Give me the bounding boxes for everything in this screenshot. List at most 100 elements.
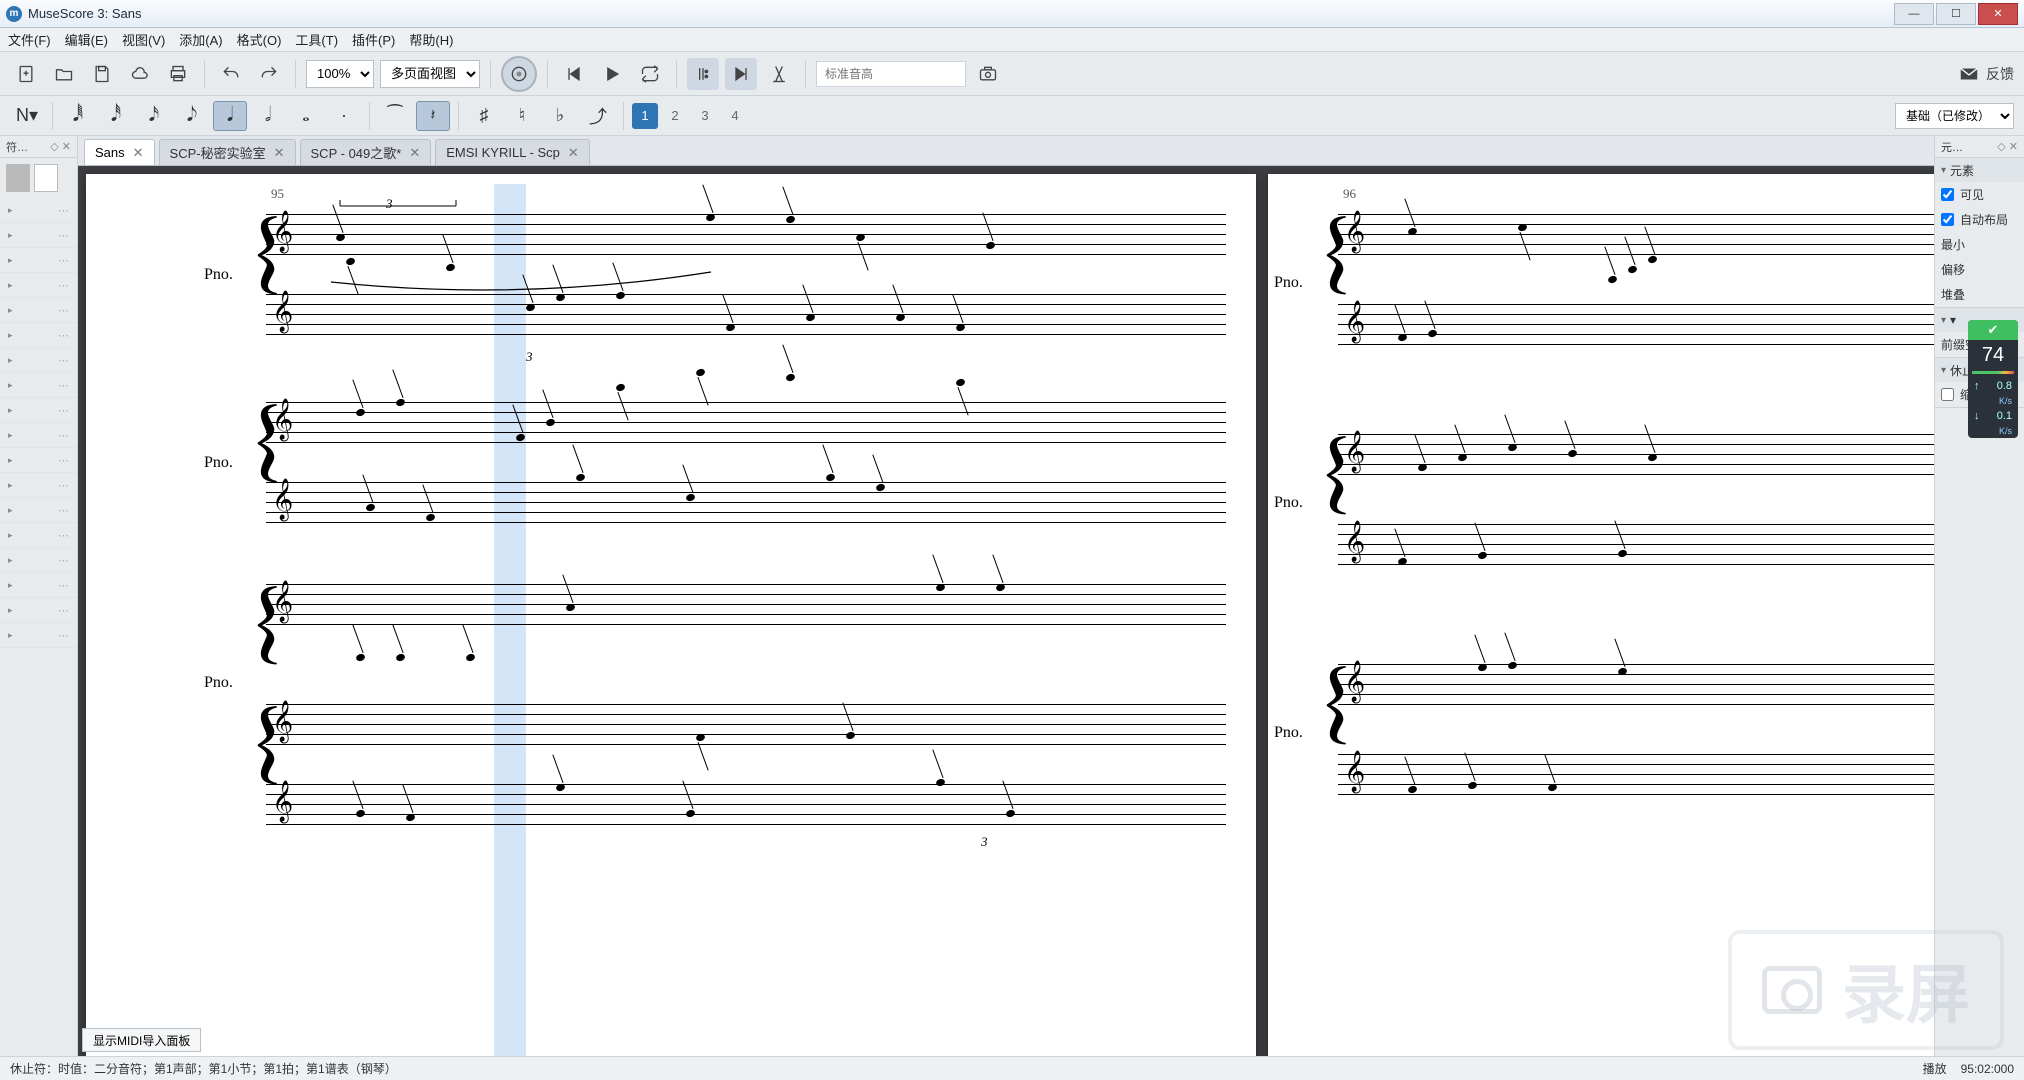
open-button[interactable] (48, 58, 80, 90)
close-icon[interactable]: ✕ (274, 145, 285, 161)
note-8th-button[interactable]: 𝅘𝅥𝅮 (175, 101, 209, 131)
print-button[interactable] (162, 58, 194, 90)
score-page-1: 95 3 3 Pno. 𝄔 𝄞 𝄞 Pno. 𝄔 𝄞 𝄞 𝄔 (86, 174, 1256, 1056)
voice-4-button[interactable]: 4 (722, 103, 748, 129)
titlebar: m MuseScore 3: Sans — ☐ ✕ (0, 0, 2024, 28)
note-whole-button[interactable]: 𝅝 (289, 101, 323, 131)
palette-item[interactable] (0, 273, 77, 298)
view-mode-select[interactable]: 多页面视图 (380, 60, 480, 88)
palette-close-icon[interactable]: ◇ ✕ (50, 140, 71, 153)
visible-checkbox[interactable] (1941, 188, 1954, 201)
overlay-value: 74 (1968, 340, 2018, 371)
palette-item[interactable] (0, 423, 77, 448)
menu-format[interactable]: 格式(O) (237, 30, 282, 49)
palette-item[interactable] (0, 598, 77, 623)
play-button[interactable] (596, 58, 628, 90)
flip-button[interactable]: ⤴ (581, 101, 615, 131)
redo-button[interactable] (253, 58, 285, 90)
palette-item[interactable] (0, 348, 77, 373)
tab-emsi[interactable]: EMSI KYRILL - Scp✕ (435, 139, 590, 165)
close-icon[interactable]: ✕ (133, 145, 144, 161)
note-32nd-button[interactable]: 𝅘𝅥𝅰 (99, 101, 133, 131)
note-toolbar: N▾ 𝅘𝅥𝅱 𝅘𝅥𝅰 𝅘𝅥𝅯 𝅘𝅥𝅮 𝅘𝅥 𝅗𝅥 𝅝 · ⁀ 𝄽 ♯ ♮ ♭ ⤴… (0, 96, 2024, 136)
flat-button[interactable]: ♭ (543, 101, 577, 131)
rewind-button[interactable] (558, 58, 590, 90)
voice-1-button[interactable]: 1 (632, 103, 658, 129)
rest-button[interactable]: 𝄽 (416, 101, 450, 131)
concert-pitch-input[interactable] (816, 61, 966, 87)
status-text: 休止符：时值：二分音符；第1声部；第1小节；第1拍；第1谱表（钢琴） (10, 1060, 397, 1077)
small-rest-checkbox[interactable] (1941, 388, 1954, 401)
countin-button[interactable] (763, 58, 795, 90)
tab-scp-049[interactable]: SCP - 049之歌*✕ (300, 139, 432, 165)
midi-import-panel-button[interactable]: 显示MIDI导入面板 (82, 1028, 201, 1052)
overlay-check-icon: ✔ (1968, 320, 2018, 340)
feedback-link[interactable]: 反馈 (1958, 63, 2014, 85)
palette-item[interactable] (0, 323, 77, 348)
tab-scp-lab[interactable]: SCP-秘密实验室✕ (159, 139, 296, 165)
save-button[interactable] (86, 58, 118, 90)
voice-2-button[interactable]: 2 (662, 103, 688, 129)
menu-view[interactable]: 视图(V) (122, 30, 165, 49)
dot-button[interactable]: · (327, 101, 361, 131)
close-icon[interactable]: ✕ (568, 145, 579, 161)
palette-item[interactable] (0, 498, 77, 523)
palette-item[interactable] (0, 448, 77, 473)
tab-sans[interactable]: Sans✕ (84, 139, 155, 165)
minimize-button[interactable]: — (1894, 3, 1934, 25)
palette-item[interactable] (0, 248, 77, 273)
autolayout-checkbox[interactable] (1941, 213, 1954, 226)
screenshot-button[interactable] (972, 58, 1004, 90)
pan-button[interactable] (725, 58, 757, 90)
natural-button[interactable]: ♮ (505, 101, 539, 131)
camera-icon (1762, 966, 1822, 1014)
note-input-mode-button[interactable]: N▾ (10, 101, 44, 131)
play-repeats-button[interactable] (687, 58, 719, 90)
maximize-button[interactable]: ☐ (1936, 3, 1976, 25)
menu-tools[interactable]: 工具(T) (295, 30, 338, 49)
new-button[interactable] (10, 58, 42, 90)
menu-file[interactable]: 文件(F) (8, 30, 51, 49)
palette-item[interactable] (0, 223, 77, 248)
palette-item[interactable] (0, 473, 77, 498)
panel-close-icon[interactable]: ◇ ✕ (1997, 140, 2018, 153)
menu-add[interactable]: 添加(A) (179, 30, 222, 49)
undo-button[interactable] (215, 58, 247, 90)
note-64th-button[interactable]: 𝅘𝅥𝅱 (61, 101, 95, 131)
menu-help[interactable]: 帮助(H) (409, 30, 453, 49)
palette-item[interactable] (0, 198, 77, 223)
palette-item[interactable] (0, 573, 77, 598)
section-element[interactable]: 元素 (1935, 158, 2024, 182)
status-bar: 休止符：时值：二分音符；第1声部；第1小节；第1拍；第1谱表（钢琴） 播放 95… (0, 1056, 2024, 1080)
status-play-label: 播放 (1923, 1060, 1947, 1077)
tie-button[interactable]: ⁀ (378, 101, 412, 131)
menu-edit[interactable]: 编辑(E) (65, 30, 108, 49)
palette-swatch-white[interactable] (34, 164, 58, 192)
cloud-button[interactable] (124, 58, 156, 90)
zoom-select[interactable]: 100% (306, 60, 374, 88)
palette-item[interactable] (0, 548, 77, 573)
score-canvas[interactable]: 95 3 3 Pno. 𝄔 𝄞 𝄞 Pno. 𝄔 𝄞 𝄞 𝄔 (78, 166, 1934, 1056)
palette-swatch-grey[interactable] (6, 164, 30, 192)
note-half-button[interactable]: 𝅗𝅥 (251, 101, 285, 131)
palette-list (0, 198, 77, 1056)
palette-item[interactable] (0, 398, 77, 423)
tab-bar: Sans✕ SCP-秘密实验室✕ SCP - 049之歌*✕ EMSI KYRI… (78, 136, 1934, 166)
close-window-button[interactable]: ✕ (1978, 3, 2018, 25)
close-icon[interactable]: ✕ (409, 145, 420, 161)
metronome-button[interactable] (501, 56, 537, 92)
palette-item[interactable] (0, 623, 77, 648)
window-title: MuseScore 3: Sans (28, 6, 141, 21)
palette-item[interactable] (0, 373, 77, 398)
main-toolbar: 100% 多页面视图 反馈 (0, 52, 2024, 96)
menu-plugins[interactable]: 插件(P) (352, 30, 395, 49)
palette-item[interactable] (0, 523, 77, 548)
loop-button[interactable] (634, 58, 666, 90)
voice-3-button[interactable]: 3 (692, 103, 718, 129)
workspace-select[interactable]: 基础（已修改） (1895, 103, 2014, 129)
note-quarter-button[interactable]: 𝅘𝅥 (213, 101, 247, 131)
sharp-button[interactable]: ♯ (467, 101, 501, 131)
recorder-watermark: 录屏 (1728, 930, 2004, 1050)
palette-item[interactable] (0, 298, 77, 323)
palette-header: 符… ◇ ✕ (0, 136, 77, 158)
